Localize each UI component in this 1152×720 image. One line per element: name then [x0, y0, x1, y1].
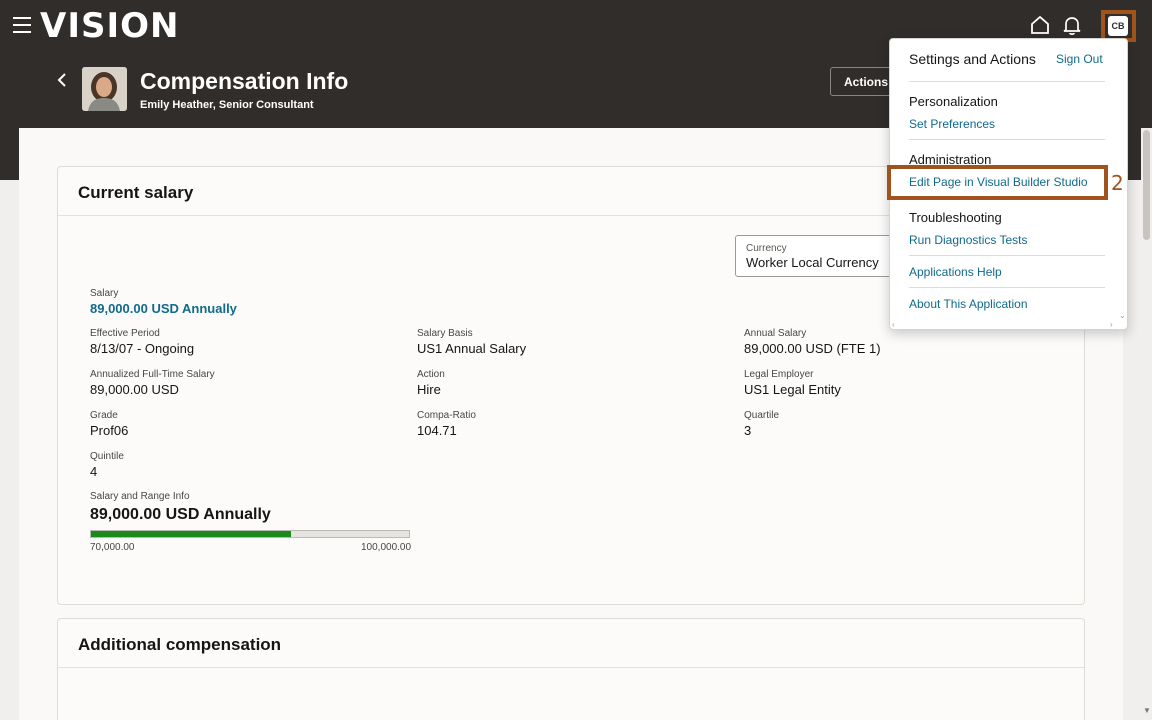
- legal-employer-field: Legal Employer US1 Legal Entity: [744, 369, 841, 397]
- compa-ratio-field: Compa-Ratio 104.71: [417, 410, 476, 438]
- menu-separator: [909, 81, 1105, 82]
- scroll-down-arrow-icon[interactable]: ▼: [1143, 706, 1151, 715]
- salary-link[interactable]: 89,000.00 USD Annually: [90, 301, 237, 316]
- app-logo[interactable]: VISION: [40, 6, 179, 46]
- annotation-number-2: 2: [1111, 171, 1124, 195]
- scroll-down-arrow-icon[interactable]: ⌄: [1119, 311, 1126, 320]
- field-label: Quartile: [744, 410, 780, 421]
- effective-period-field: Effective Period 8/13/07 - Ongoing: [90, 328, 194, 356]
- menu-separator: [909, 255, 1105, 256]
- about-application-link[interactable]: About This Application: [909, 297, 1028, 311]
- quartile-field: Quartile 3: [744, 410, 779, 438]
- field-label: Compa-Ratio: [417, 410, 476, 421]
- scroll-left-arrow-icon[interactable]: ‹: [892, 320, 895, 329]
- page-subtitle: Emily Heather, Senior Consultant: [140, 99, 314, 111]
- troubleshooting-heading: Troubleshooting: [909, 210, 1002, 225]
- additional-compensation-card: Additional compensation: [57, 618, 1085, 720]
- field-label: Action: [417, 369, 445, 380]
- range-min-value: 70,000.00: [90, 542, 135, 553]
- menu-separator: [909, 287, 1105, 288]
- currency-value: Worker Local Currency: [746, 255, 879, 270]
- menu-heading: Settings and Actions: [909, 51, 1036, 67]
- card-divider: [58, 667, 1084, 668]
- currency-label: Currency: [746, 243, 787, 254]
- scroll-right-arrow-icon[interactable]: ›: [1110, 320, 1113, 329]
- salary-range-bar: [90, 530, 410, 538]
- field-label: Legal Employer: [744, 369, 814, 380]
- field-label: Effective Period: [90, 328, 160, 339]
- personalization-heading: Personalization: [909, 94, 998, 109]
- employee-photo: [82, 67, 127, 111]
- field-label: Grade: [90, 410, 118, 421]
- field-label: Salary Basis: [417, 328, 473, 339]
- additional-compensation-heading: Additional compensation: [78, 635, 282, 654]
- field-value: 8/13/07 - Ongoing: [90, 341, 195, 356]
- grade-field: Grade Prof06: [90, 410, 128, 438]
- field-value: 104.71: [417, 423, 457, 438]
- range-salary-value: 89,000.00 USD Annually: [90, 506, 271, 523]
- field-value: 4: [90, 464, 98, 479]
- applications-help-link[interactable]: Applications Help: [909, 265, 1002, 279]
- sign-out-link[interactable]: Sign Out: [1056, 52, 1103, 66]
- menu-separator: [909, 139, 1105, 140]
- range-info-label: Salary and Range Info: [90, 491, 190, 502]
- quintile-field: Quintile 4: [90, 451, 124, 479]
- field-value: 3: [744, 423, 752, 438]
- range-max-value: 100,000.00: [361, 542, 412, 553]
- annual-salary-field: Annual Salary 89,000.00 USD (FTE 1): [744, 328, 881, 356]
- field-value: US1 Annual Salary: [417, 341, 527, 356]
- field-value: 89,000.00 USD (FTE 1): [744, 341, 881, 356]
- scrollbar-thumb[interactable]: [1143, 130, 1150, 240]
- field-value: US1 Legal Entity: [744, 382, 841, 397]
- home-icon[interactable]: [1029, 14, 1051, 36]
- set-preferences-link[interactable]: Set Preferences: [909, 117, 995, 131]
- currency-select[interactable]: Currency Worker Local Currency: [735, 235, 895, 277]
- field-label: Quintile: [90, 451, 124, 462]
- back-arrow-icon[interactable]: [54, 70, 70, 90]
- salary-label: Salary: [90, 288, 119, 299]
- salary-field: Salary 89,000.00 USD Annually: [90, 288, 237, 316]
- salary-range-fill: [91, 531, 292, 537]
- run-diagnostics-link[interactable]: Run Diagnostics Tests: [909, 233, 1028, 247]
- field-label: Annualized Full-Time Salary: [90, 369, 215, 380]
- field-value: Prof06: [90, 423, 129, 438]
- current-salary-heading: Current salary: [78, 183, 194, 202]
- menu-hamburger-icon[interactable]: [13, 17, 31, 33]
- field-label: Annual Salary: [744, 328, 807, 339]
- salary-basis-field: Salary Basis US1 Annual Salary: [417, 328, 526, 356]
- action-field: Action Hire: [417, 369, 445, 397]
- annotation-box-2: [887, 165, 1108, 200]
- field-value: Hire: [417, 382, 441, 397]
- annualized-salary-field: Annualized Full-Time Salary 89,000.00 US…: [90, 369, 215, 397]
- notifications-bell-icon[interactable]: [1061, 14, 1083, 36]
- field-value: 89,000.00 USD: [90, 382, 179, 397]
- range-info-field: Salary and Range Info: [90, 491, 190, 502]
- page-title: Compensation Info: [140, 68, 349, 94]
